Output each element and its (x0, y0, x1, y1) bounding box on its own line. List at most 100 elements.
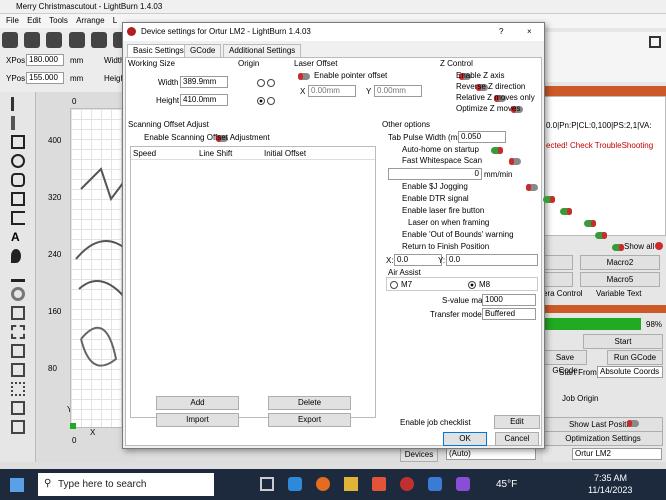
show-all-toggle[interactable] (655, 242, 663, 250)
origin-bottom-right-radio[interactable] (267, 97, 275, 105)
windows-start-icon[interactable] (10, 478, 24, 492)
menu-edit[interactable]: Edit (27, 16, 41, 25)
frame-icon[interactable] (11, 211, 25, 225)
macro-left-b[interactable] (543, 272, 573, 287)
origin-top-right-radio[interactable] (267, 79, 275, 87)
firefox-icon[interactable] (316, 477, 330, 491)
finish-x-field[interactable]: 0.0 (394, 254, 442, 266)
pen-icon[interactable] (11, 116, 15, 130)
rectangle-icon[interactable] (11, 135, 25, 149)
array-icon[interactable] (11, 382, 25, 396)
tab-gcode[interactable]: GCode (184, 44, 222, 57)
auto-home-toggle[interactable] (491, 147, 504, 155)
export-button[interactable]: Export (268, 413, 351, 427)
position-icon[interactable] (11, 249, 21, 263)
offset-y-field[interactable]: 0.00mm (374, 85, 422, 97)
close-button[interactable]: × (527, 23, 532, 41)
offset-x-field[interactable]: 0.00mm (308, 85, 356, 97)
shape-icon[interactable] (11, 192, 25, 206)
enable-bounds-toggle[interactable] (594, 232, 607, 240)
group-icon[interactable] (11, 306, 25, 320)
devices-button[interactable]: Devices (400, 447, 438, 462)
column-line-shift[interactable]: Line Shift (199, 149, 232, 158)
save-file-icon[interactable] (46, 32, 63, 48)
ypos-field[interactable]: 155.000 (26, 72, 64, 84)
xpos-field[interactable]: 180.000 (26, 54, 64, 66)
polygon-icon[interactable] (11, 173, 25, 187)
app-icon[interactable] (428, 477, 442, 491)
save-gcode-button[interactable]: Save GCode (543, 350, 587, 375)
ellipse-icon[interactable] (11, 154, 25, 168)
start-button[interactable]: Start (583, 334, 663, 349)
height-field[interactable]: 410.0mm (180, 94, 228, 106)
start-from-select[interactable]: Absolute Coords (597, 366, 663, 378)
work-grid[interactable] (70, 108, 130, 428)
laser-on-framing-toggle[interactable] (583, 220, 596, 228)
macro-left-a[interactable] (543, 255, 573, 270)
text-icon[interactable]: A (11, 230, 25, 244)
warp-icon[interactable] (11, 420, 25, 434)
fast-whitespace-field[interactable]: 0 (388, 168, 482, 180)
weather-temp[interactable]: 45°F (496, 479, 517, 490)
enable-pointer-toggle[interactable] (298, 73, 310, 81)
macro5-button[interactable]: Macro5 (580, 272, 660, 287)
enable-j-jogging-toggle[interactable] (525, 184, 538, 192)
finish-y-field[interactable]: 0.0 (446, 254, 538, 266)
select-icon[interactable] (11, 97, 25, 111)
tab-additional-settings[interactable]: Additional Settings (223, 44, 302, 57)
clock-time[interactable]: 7:35 AM (594, 473, 627, 483)
menu-laser[interactable]: L (113, 16, 117, 25)
optimization-settings-button[interactable]: Optimization Settings (543, 431, 663, 446)
svalue-field[interactable]: 1000 (482, 294, 536, 306)
edge-icon[interactable] (288, 477, 302, 491)
m8-radio[interactable] (468, 281, 476, 289)
menu-arrange[interactable]: Arrange (76, 16, 104, 25)
device-select[interactable]: Ortur LM2 (572, 448, 662, 460)
new-file-icon[interactable] (2, 32, 18, 48)
distribute-icon[interactable] (11, 363, 25, 377)
clock-date[interactable]: 11/14/2023 (588, 485, 632, 495)
origin-bottom-left-radio[interactable] (257, 97, 265, 105)
menu-file[interactable]: File (6, 16, 19, 25)
tab-variable-text[interactable]: Variable Text (596, 289, 642, 298)
import-button[interactable]: Import (156, 413, 239, 427)
tab-pulse-field[interactable]: 0.050 (458, 131, 506, 143)
taskbar-search-box[interactable]: ⚲ Type here to search (38, 473, 214, 496)
undo-icon[interactable] (90, 32, 107, 48)
lightburn-taskbar-icon[interactable] (400, 477, 414, 491)
task-view-icon[interactable] (260, 477, 274, 491)
transfer-mode-select[interactable]: Buffered (482, 308, 536, 320)
port-select[interactable]: (Auto) (446, 448, 536, 460)
macro2-a-button[interactable]: Macro2 (580, 255, 660, 270)
enable-dtr-toggle[interactable] (543, 196, 556, 204)
origin-top-left-radio[interactable] (257, 79, 265, 87)
tab-camera-control[interactable]: era Control (543, 289, 583, 298)
brave-icon[interactable] (372, 477, 386, 491)
fast-whitespace-toggle[interactable] (508, 158, 521, 166)
ok-button[interactable]: OK (443, 432, 487, 446)
job-checklist-toggle[interactable] (627, 420, 640, 428)
help-button[interactable]: ? (499, 23, 503, 41)
panel-icon[interactable] (649, 36, 661, 48)
tab-basic-settings[interactable]: Basic Settings (127, 44, 190, 57)
return-finish-toggle[interactable] (612, 244, 625, 252)
cancel-button[interactable]: Cancel (495, 432, 539, 446)
app-icon-2[interactable] (456, 477, 470, 491)
ungroup-icon[interactable] (11, 325, 25, 339)
show-last-position-button[interactable]: Show Last Position (543, 417, 663, 432)
run-gcode-button[interactable]: Run GCode (607, 350, 663, 365)
enable-fire-toggle[interactable] (560, 208, 573, 216)
save-as-icon[interactable] (68, 32, 85, 48)
scanning-offset-table[interactable]: Speed Line Shift Initial Offset (130, 146, 376, 418)
width-field[interactable]: 389.9mm (180, 76, 228, 88)
column-speed[interactable]: Speed (133, 149, 156, 158)
delete-button[interactable]: Delete (268, 396, 351, 410)
measure-icon[interactable] (11, 268, 25, 282)
align-icon[interactable] (11, 344, 25, 358)
menu-tools[interactable]: Tools (49, 16, 68, 25)
column-initial-offset[interactable]: Initial Offset (264, 149, 306, 158)
edit-button[interactable]: Edit (494, 415, 540, 429)
file-explorer-icon[interactable] (344, 477, 358, 491)
offset-icon[interactable] (11, 287, 25, 301)
open-file-icon[interactable] (24, 32, 41, 48)
